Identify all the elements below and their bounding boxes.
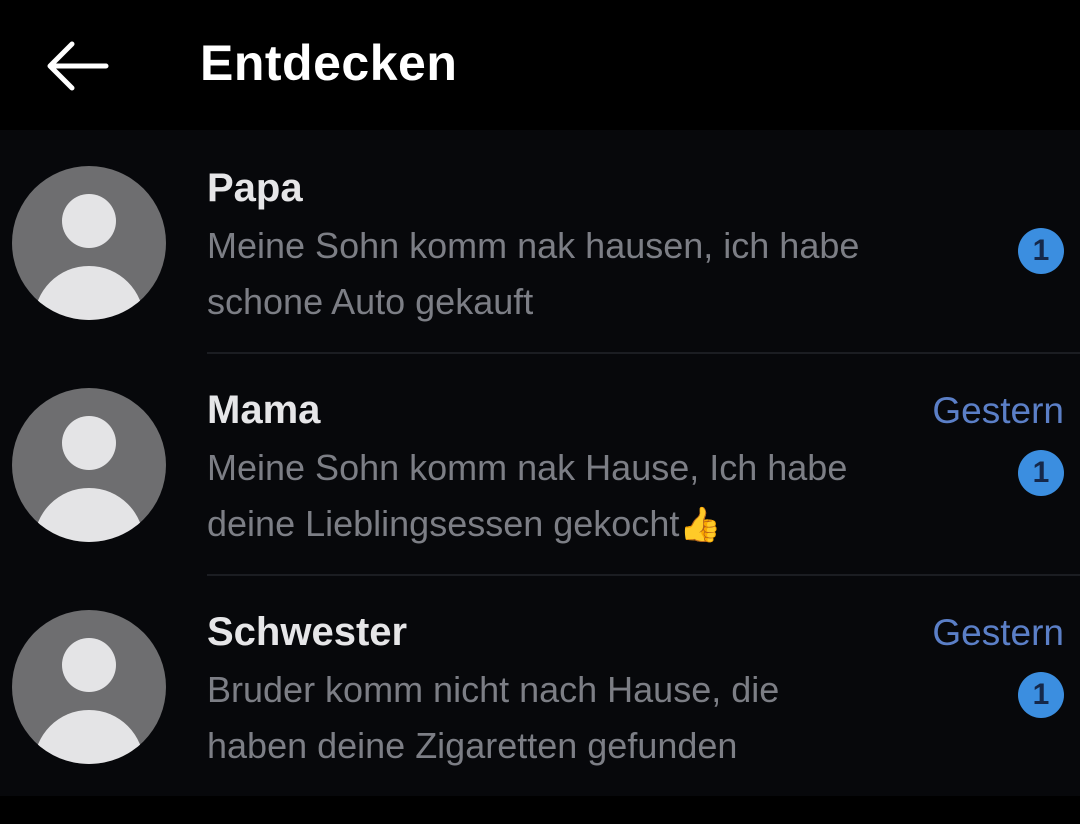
message-preview: Bruder komm nicht nach Hause, die haben … — [207, 662, 997, 774]
message-preview: Meine Sohn komm nak hausen, ich habe sch… — [207, 218, 997, 330]
unread-badge: 1 — [1018, 450, 1064, 496]
unread-badge: 1 — [1018, 672, 1064, 718]
chat-time: Gestern — [932, 612, 1064, 653]
message-line-2-text: deine Lieblingsessen gekocht — [207, 503, 680, 544]
divider — [207, 574, 1080, 576]
chat-item-schwester[interactable]: Schwester Gestern Bruder komm nicht nach… — [0, 602, 1080, 824]
avatar — [12, 610, 166, 764]
contact-name: Mama — [207, 388, 321, 432]
person-body-icon — [34, 710, 144, 764]
chat-time: Gestern — [932, 390, 1064, 431]
message-line-2: schone Auto gekauft — [207, 281, 534, 322]
avatar — [12, 166, 166, 320]
divider — [207, 352, 1080, 354]
back-button[interactable] — [40, 36, 112, 96]
person-head-icon — [62, 638, 116, 692]
person-head-icon — [62, 416, 116, 470]
thumbs-up-icon: 👍 — [679, 506, 722, 544]
contact-name: Schwester — [207, 610, 408, 654]
chat-item-mama[interactable]: Mama Gestern Meine Sohn komm nak Hause, … — [0, 380, 1080, 602]
chat-list: Papa Meine Sohn komm nak hausen, ich hab… — [0, 130, 1080, 796]
message-line-1: Meine Sohn komm nak hausen, ich habe — [207, 225, 860, 266]
arrow-left-icon — [47, 41, 109, 91]
message-preview: Meine Sohn komm nak Hause, Ich habe dein… — [207, 440, 997, 553]
person-head-icon — [62, 194, 116, 248]
top-bar: Entdecken — [0, 0, 1080, 130]
message-line-1: Bruder komm nicht nach Hause, die — [207, 669, 780, 710]
page-title: Entdecken — [200, 35, 458, 91]
person-body-icon — [34, 266, 144, 320]
unread-badge: 1 — [1018, 228, 1064, 274]
person-body-icon — [34, 488, 144, 542]
message-line-2: haben deine Zigaretten gefunden — [207, 725, 738, 766]
message-line-2: deine Lieblingsessen gekocht👍 — [207, 496, 997, 553]
message-line-1: Meine Sohn komm nak Hause, Ich habe — [207, 447, 848, 488]
chat-item-papa[interactable]: Papa Meine Sohn komm nak hausen, ich hab… — [0, 158, 1080, 380]
avatar — [12, 388, 166, 542]
contact-name: Papa — [207, 166, 303, 210]
